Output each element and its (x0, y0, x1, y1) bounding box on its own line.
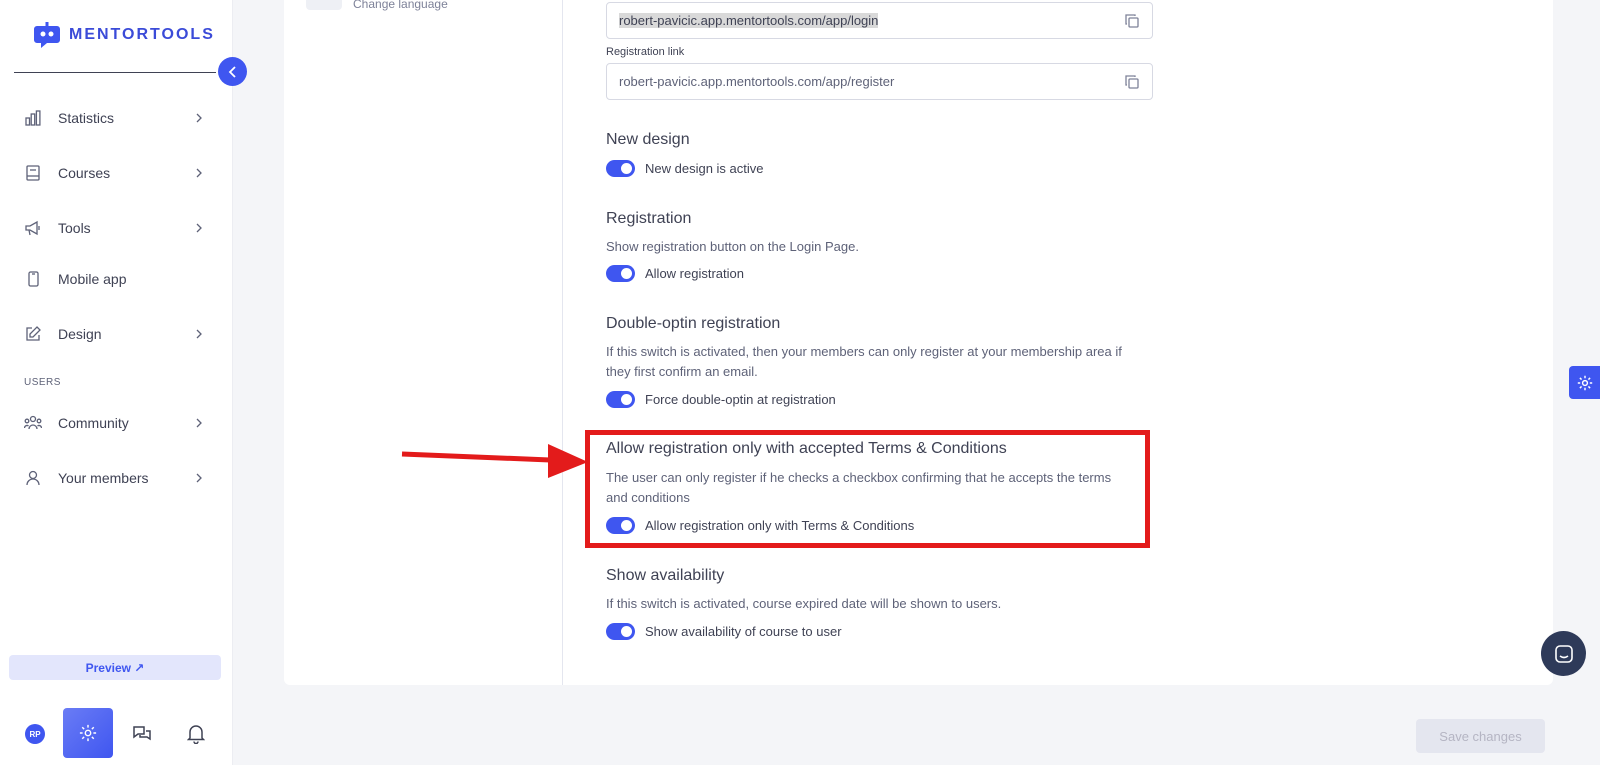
brand-logo[interactable]: MENTORTOOLS (32, 20, 215, 50)
toggle-label: Show availability of course to user (645, 624, 842, 639)
availability-toggle-row[interactable]: Show availability of course to user (606, 623, 842, 640)
sidebar-item-tools[interactable]: Tools (24, 213, 204, 243)
preview-button[interactable]: Preview ↗ (9, 655, 221, 680)
messages-button[interactable] (131, 723, 153, 745)
chat-bubble-icon (1554, 644, 1573, 663)
chevron-right-icon (196, 473, 202, 483)
annotation-arrow-icon (401, 444, 588, 478)
sidebar-divider (14, 72, 216, 73)
sidebar-item-community[interactable]: Community (24, 408, 204, 438)
copy-icon[interactable] (1124, 74, 1140, 90)
double-optin-toggle-row[interactable]: Force double-optin at registration (606, 391, 836, 408)
support-chat-button[interactable] (1541, 631, 1586, 676)
gear-icon (1577, 375, 1592, 390)
sidebar-item-statistics[interactable]: Statistics (24, 103, 204, 133)
toggle-label: Allow registration (645, 266, 744, 281)
notifications-button[interactable] (185, 723, 207, 745)
column-divider (562, 0, 563, 685)
chevron-right-icon (196, 168, 202, 178)
new-design-toggle[interactable] (606, 160, 635, 177)
change-language-label[interactable]: Change language (353, 0, 448, 11)
registration-toggle[interactable] (606, 265, 635, 282)
sidebar-item-label: Mobile app (58, 271, 127, 287)
annotation-highlight-box (585, 430, 1150, 548)
availability-description: If this switch is activated, course expi… (606, 596, 1002, 611)
sidebar-item-label: Your members (58, 470, 149, 486)
sidebar: MENTORTOOLS Statistics Courses Tools Mob… (0, 0, 233, 765)
community-icon (24, 414, 42, 432)
side-settings-button[interactable] (1569, 366, 1600, 399)
registration-description: Show registration button on the Login Pa… (606, 239, 859, 254)
user-icon (24, 469, 42, 487)
double-optin-description: If this switch is activated, then your m… (606, 344, 1122, 379)
registration-toggle-row[interactable]: Allow registration (606, 265, 744, 282)
bell-icon (187, 725, 205, 744)
sidebar-item-label: Community (58, 415, 129, 431)
availability-toggle[interactable] (606, 623, 635, 640)
collapse-sidebar-button[interactable] (218, 57, 247, 86)
section-label-users: USERS (24, 377, 61, 388)
chat-icon (133, 726, 151, 741)
sidebar-bottom-bar: RP (0, 706, 233, 761)
toggle-label: Force double-optin at registration (645, 392, 836, 407)
sidebar-item-label: Tools (58, 220, 91, 236)
sidebar-item-your-members[interactable]: Your members (24, 463, 204, 493)
sidebar-item-label: Courses (58, 165, 111, 181)
login-link-field[interactable]: robert-pavicic.app.mentortools.com/app/l… (606, 2, 1153, 39)
mobile-icon (24, 270, 42, 288)
copy-icon[interactable] (1124, 13, 1140, 29)
sidebar-item-label: Statistics (58, 110, 115, 126)
brand-name: MENTORTOOLS (69, 26, 215, 43)
gear-icon (79, 724, 97, 742)
registration-link-value: robert-pavicic.app.mentortools.com/app/r… (619, 74, 895, 89)
double-optin-title: Double-optin registration (606, 315, 781, 332)
double-optin-toggle[interactable] (606, 391, 635, 408)
sidebar-item-label: Design (58, 326, 102, 342)
sidebar-item-courses[interactable]: Courses (24, 158, 204, 188)
book-icon (24, 164, 42, 182)
chevron-left-icon (228, 65, 236, 78)
megaphone-icon (24, 219, 42, 237)
chevron-right-icon (196, 113, 202, 123)
robot-logo-icon (34, 22, 60, 48)
registration-title: Registration (606, 210, 692, 227)
new-design-title: New design (606, 131, 690, 148)
new-design-toggle-row[interactable]: New design is active (606, 160, 764, 177)
save-changes-button[interactable]: Save changes (1416, 719, 1545, 753)
sidebar-item-mobile-app[interactable]: Mobile app (24, 264, 204, 294)
availability-title: Show availability (606, 567, 725, 584)
chevron-right-icon (196, 329, 202, 339)
registration-link-field[interactable]: robert-pavicic.app.mentortools.com/app/r… (606, 63, 1153, 100)
language-icon-box[interactable] (306, 0, 342, 10)
toggle-label: New design is active (645, 161, 764, 176)
pencil-icon (24, 325, 42, 343)
settings-button[interactable] (63, 708, 113, 758)
chevron-right-icon (196, 223, 202, 233)
chevron-right-icon (196, 418, 202, 428)
login-link-value: robert-pavicic.app.mentortools.com/app/l… (619, 13, 879, 28)
bar-chart-icon (24, 109, 42, 127)
registration-link-label: Registration link (606, 46, 685, 58)
sidebar-item-design[interactable]: Design (24, 319, 204, 349)
avatar[interactable]: RP (25, 724, 45, 744)
